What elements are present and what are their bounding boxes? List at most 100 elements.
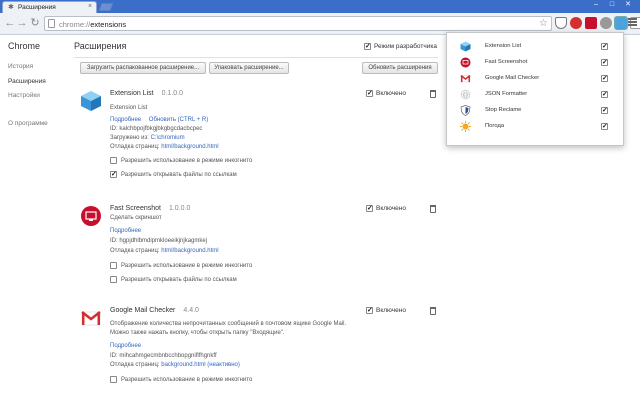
enabled-checkbox[interactable] [366, 204, 373, 212]
incognito-label: Разрешить использование в режиме инкогни… [121, 157, 253, 164]
details-link[interactable]: Подробнее [110, 117, 141, 123]
extension-loaded-from: Загружено из: C:\chromium [110, 135, 185, 141]
page-title: Расширения [74, 41, 127, 51]
bookmark-star-icon[interactable]: ☆ [539, 18, 548, 30]
gmail-icon [81, 311, 101, 326]
enabled-label: Включено [376, 90, 406, 97]
sidebar-item-about[interactable]: О программе [8, 120, 48, 127]
enabled-checkbox[interactable] [366, 306, 373, 314]
developer-mode-toggle[interactable]: Режим разработчика [364, 42, 437, 50]
popup-item-json-formatter[interactable]: {} JSON Formatter [447, 87, 625, 102]
puzzle-icon: ✱ [8, 4, 14, 11]
extension-description: Extension List [110, 105, 148, 111]
incognito-checkbox[interactable] [110, 157, 117, 164]
svg-text:{}: {} [462, 93, 468, 99]
maximize-button[interactable]: □ [604, 0, 620, 10]
tab-extensions[interactable]: ✱ Расширения × [2, 1, 97, 13]
extension-name: Google Mail Checker 4.4.0 [110, 307, 199, 314]
shield-icon[interactable] [555, 17, 567, 29]
enabled-label: Включено [376, 307, 406, 314]
load-unpacked-button[interactable]: Загрузить распакованное расширение... [80, 62, 206, 74]
sidebar-brand: Chrome [8, 41, 41, 51]
shield-icon [460, 105, 471, 116]
details-link[interactable]: Подробнее [110, 228, 141, 234]
file-urls-checkbox[interactable] [110, 170, 117, 178]
loaded-path-link[interactable]: C:\chromium [151, 135, 185, 141]
reload-button[interactable]: ↻ [29, 17, 41, 29]
forward-button[interactable]: → [16, 17, 28, 29]
extension-links: Подробнее Обновить (CTRL + R) [110, 117, 208, 123]
popup-item-extension-list[interactable]: Extension List [447, 39, 625, 54]
popup-item-label: Fast Screenshot [485, 59, 528, 65]
extension-name: Fast Screenshot 1.0.0.0 [110, 205, 191, 212]
incognito-checkbox[interactable] [110, 262, 117, 269]
gear-icon[interactable] [600, 17, 612, 29]
enabled-toggle[interactable]: Включено [366, 89, 406, 97]
update-extensions-button[interactable]: Обновить расширения [362, 62, 438, 74]
popup-item-checkbox[interactable] [601, 58, 608, 66]
popup-item-checkbox[interactable] [601, 74, 608, 82]
developer-mode-checkbox[interactable] [364, 42, 371, 50]
incognito-option[interactable]: Разрешить использование в режиме инкогни… [110, 157, 252, 164]
enabled-toggle[interactable]: Включено [366, 306, 406, 314]
gmail-icon[interactable] [570, 17, 582, 29]
enabled-toggle[interactable]: Включено [366, 204, 406, 212]
new-tab-button[interactable] [98, 3, 114, 11]
enabled-checkbox[interactable] [366, 89, 373, 97]
extension-list-popup: Extension List Fast Screenshot Google Ma… [446, 32, 624, 146]
extension-links: Подробнее [110, 228, 141, 234]
trash-icon[interactable] [430, 307, 436, 315]
popup-item-google-mail-checker[interactable]: Google Mail Checker [447, 71, 625, 86]
popup-item-stop-reclame[interactable]: Stop Reclame [447, 103, 625, 118]
sidebar-item-history[interactable]: История [8, 63, 33, 70]
trash-icon[interactable] [430, 90, 436, 98]
address-bar[interactable]: chrome://extensions ☆ [44, 16, 552, 31]
sidebar-item-extensions[interactable]: Расширения [8, 78, 46, 85]
details-link[interactable]: Подробнее [110, 343, 141, 349]
screenshot-icon [460, 57, 471, 68]
screenshot-icon [81, 206, 101, 226]
tab-close-icon[interactable]: × [88, 3, 92, 10]
enabled-label: Включено [376, 205, 406, 212]
file-urls-option[interactable]: Разрешить открывать файлы по ссылкам [110, 170, 237, 178]
popup-item-checkbox[interactable] [601, 122, 608, 130]
popup-item-label: Погода [485, 123, 505, 129]
trash-icon[interactable] [430, 205, 436, 213]
popup-item-fast-screenshot[interactable]: Fast Screenshot [447, 55, 625, 70]
json-icon: {} [460, 89, 471, 100]
extension-name: Extension List 0.1.0.0 [110, 90, 184, 97]
inspect-link[interactable]: html/background.html [161, 144, 218, 150]
extension-links: Подробнее [110, 343, 141, 349]
incognito-checkbox[interactable] [110, 376, 117, 383]
extension-inspect: Отладка страниц: background.html (неакти… [110, 362, 240, 368]
pack-extension-button[interactable]: Упаковать расширение... [209, 62, 289, 74]
file-urls-label: Разрешить открывать файлы по ссылкам [121, 276, 237, 283]
back-button[interactable]: ← [4, 17, 16, 29]
incognito-option[interactable]: Разрешить использование в режиме инкогни… [110, 376, 252, 383]
file-urls-option[interactable]: Разрешить открывать файлы по ссылкам [110, 276, 237, 283]
popup-item-checkbox[interactable] [601, 42, 608, 50]
cube-icon[interactable] [614, 16, 628, 30]
sidebar-item-settings[interactable]: Настройки [8, 92, 40, 99]
popup-item-label: Extension List [485, 43, 522, 49]
minimize-button[interactable]: – [588, 0, 604, 10]
cube-icon [81, 91, 101, 111]
divider [74, 57, 438, 58]
popup-item-checkbox[interactable] [601, 90, 608, 98]
popup-item-checkbox[interactable] [601, 106, 608, 114]
cube-icon [460, 41, 471, 52]
popup-item-label: JSON Formatter [485, 91, 528, 97]
close-window-button[interactable]: ✕ [620, 0, 636, 10]
incognito-option[interactable]: Разрешить использование в режиме инкогни… [110, 262, 252, 269]
gmail-icon [460, 74, 471, 83]
screenshot-icon[interactable] [585, 17, 597, 29]
inspect-link[interactable]: html/background.html [161, 248, 218, 254]
popup-item-weather[interactable]: Погода [447, 119, 625, 134]
file-urls-checkbox[interactable] [110, 276, 117, 283]
popup-item-label: Google Mail Checker [485, 75, 540, 81]
file-urls-label: Разрешить открывать файлы по ссылкам [121, 171, 237, 178]
inspect-link[interactable]: background.html (неактивно) [161, 362, 240, 368]
incognito-label: Разрешить использование в режиме инкогни… [121, 376, 253, 383]
reload-link[interactable]: Обновить (CTRL + R) [149, 117, 208, 123]
menu-icon[interactable] [628, 18, 637, 27]
